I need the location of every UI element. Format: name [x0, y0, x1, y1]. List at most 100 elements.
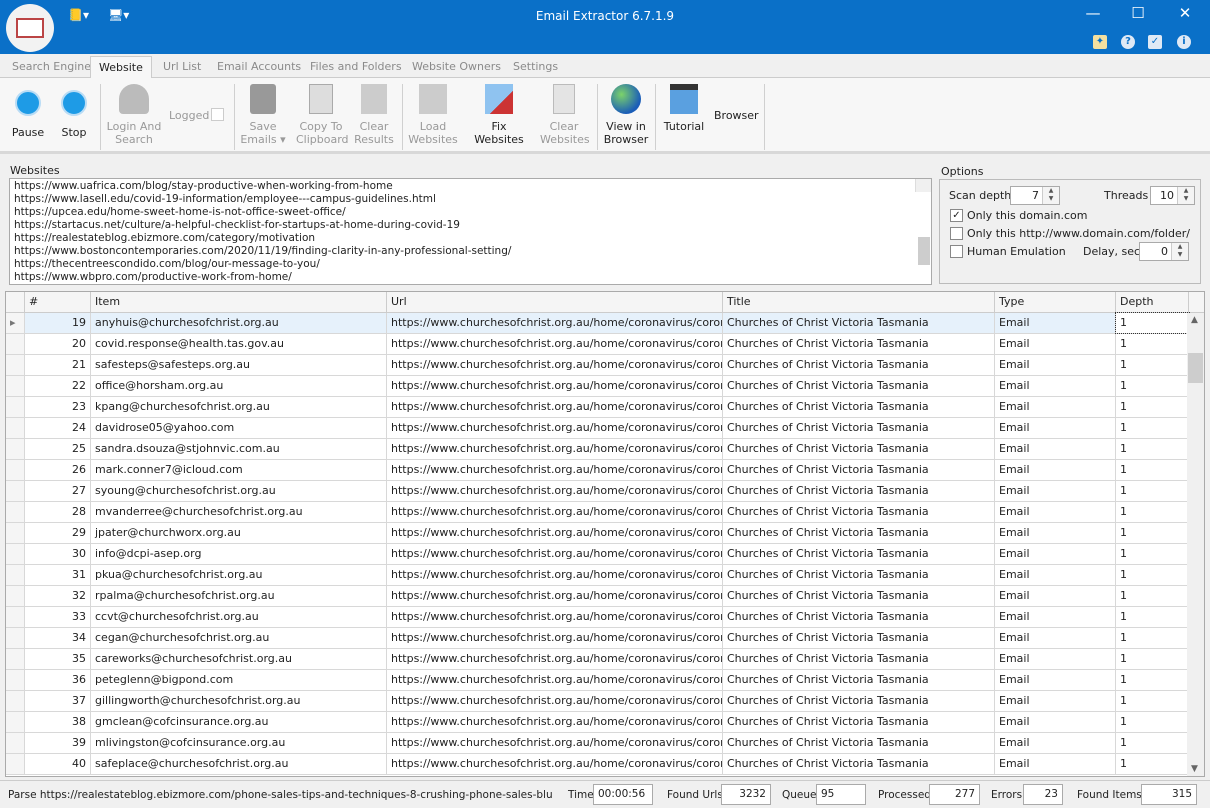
table-row[interactable]: 27 syoung@churchesofchrist.org.au https://…: [6, 481, 1189, 502]
table-row[interactable]: 24 davidrose05@yahoo.com https://www.churc…: [6, 418, 1189, 439]
found-urls-label: Found Urls: [667, 789, 723, 801]
table-row[interactable]: 25 sandra.dsouza@stjohnvic.com.au https://…: [6, 439, 1189, 460]
websites-scrollbar[interactable]: [915, 179, 931, 265]
table-row[interactable]: 37 gillingworth@churchesofchrist.org.au ht…: [6, 691, 1189, 712]
column-header-title[interactable]: Title: [723, 292, 995, 313]
cell-item: mlivingston@cofcinsurance.org.au: [91, 733, 387, 753]
cell-item: cegan@churchesofchrist.org.au: [91, 628, 387, 648]
save-emails-button[interactable]: Save Emails ▾: [240, 84, 286, 146]
table-row[interactable]: 29 jpater@churchworx.org.au https://www.ch…: [6, 523, 1189, 544]
clear-results-button[interactable]: Clear Results: [354, 84, 394, 146]
checkbox-checked: ✓: [950, 209, 963, 222]
cell-type: Email: [995, 733, 1116, 753]
table-row[interactable]: 28 mvanderree@churchesofchrist.org.au http…: [6, 502, 1189, 523]
table-row[interactable]: 26 mark.conner7@icloud.com https://www.chu…: [6, 460, 1189, 481]
table-row[interactable]: 23 kpang@churchesofchrist.org.au https://w…: [6, 397, 1189, 418]
column-header-type[interactable]: Type: [995, 292, 1116, 313]
cell-item: safeplace@churchesofchrist.org.au: [91, 754, 387, 774]
only-domain-checkbox[interactable]: ✓ Only this domain.com: [950, 209, 1087, 222]
table-row[interactable]: 31 pkua@churchesofchrist.org.au https://ww…: [6, 565, 1189, 586]
cell-item: covid.response@health.tas.gov.au: [91, 334, 387, 354]
column-header-depth[interactable]: Depth: [1116, 292, 1189, 313]
table-row[interactable]: 33 ccvt@churchesofchrist.org.au https://ww…: [6, 607, 1189, 628]
logged-checkbox[interactable]: [211, 108, 224, 121]
fix-websites-button[interactable]: Fix Websites: [466, 84, 532, 146]
tab-email-accounts[interactable]: Email Accounts: [209, 56, 309, 78]
ribbon: Pause Stop Login And Search Logged Save Em…: [0, 78, 1210, 154]
tab-website-owners[interactable]: Website Owners: [404, 56, 509, 78]
login-and-search-button[interactable]: Login And Search: [104, 84, 164, 146]
browser-button[interactable]: Browser: [714, 109, 759, 122]
label: Search: [115, 133, 153, 146]
tab-files-and-folders[interactable]: Files and Folders: [302, 56, 410, 78]
table-row[interactable]: 21 safesteps@safesteps.org.au https://www.…: [6, 355, 1189, 376]
human-emulation-checkbox[interactable]: Human Emulation: [950, 245, 1066, 258]
cell-title: Churches of Christ Victoria Tasmania: [723, 586, 995, 606]
tab-settings[interactable]: Settings: [505, 56, 566, 78]
table-row[interactable]: 34 cegan@churchesofchrist.org.au https://w…: [6, 628, 1189, 649]
copy-to-clipboard-button[interactable]: Copy To Clipboard: [296, 84, 349, 146]
delay-label: Delay, sec: [1083, 245, 1141, 258]
table-row[interactable]: 22 office@horsham.org.au https://www.churc…: [6, 376, 1189, 397]
cell-depth: 1: [1116, 565, 1189, 585]
view-in-browser-button[interactable]: View in Browser: [603, 84, 649, 146]
checklist-icon[interactable]: ✓: [1148, 35, 1162, 49]
cell-number: 25: [25, 439, 91, 459]
info-icon[interactable]: i: [1177, 35, 1191, 49]
delay-spinner[interactable]: 0: [1139, 242, 1189, 261]
cell-type: Email: [995, 628, 1116, 648]
threads-spinner[interactable]: 10: [1150, 186, 1195, 205]
table-row[interactable]: ▸ 19 anyhuis@churchesofchrist.org.au https:…: [6, 312, 1190, 334]
cell-type: Email: [995, 691, 1116, 711]
close-button[interactable]: ✕: [1170, 4, 1200, 22]
label: Copy To: [299, 120, 343, 133]
video-clapper-icon: [670, 84, 698, 114]
cell-item: peteglenn@bigpond.com: [91, 670, 387, 690]
scan-depth-spinner[interactable]: 7: [1010, 186, 1060, 205]
cell-type: Email: [995, 397, 1116, 417]
table-row[interactable]: 32 rpalma@churchesofchrist.org.au https://…: [6, 586, 1189, 607]
cell-depth: 1: [1116, 502, 1189, 522]
table-row[interactable]: 39 mlivingston@cofcinsurance.org.au https:…: [6, 733, 1189, 754]
cell-item: gillingworth@churchesofchrist.org.au: [91, 691, 387, 711]
only-folder-checkbox[interactable]: Only this http://www.domain.com/folder/: [950, 227, 1190, 240]
clear-websites-button[interactable]: Clear Websites: [540, 84, 590, 146]
folder-icon: [419, 84, 447, 114]
label: View in: [606, 120, 646, 133]
tutorial-button[interactable]: Tutorial: [662, 84, 706, 133]
table-row[interactable]: 35 careworks@churchesofchrist.org.au https…: [6, 649, 1189, 670]
pause-button[interactable]: Pause: [10, 84, 46, 139]
column-header-item[interactable]: Item: [91, 292, 387, 313]
cell-depth: 1: [1116, 397, 1189, 417]
table-row[interactable]: 38 gmclean@cofcinsurance.org.au https://ww…: [6, 712, 1189, 733]
stop-button[interactable]: Stop: [58, 84, 90, 139]
websites-textarea[interactable]: https://www.uafrica.com/blog/stay-produc…: [9, 178, 932, 285]
cell-type: Email: [995, 649, 1116, 669]
cell-depth: 1: [1116, 691, 1189, 711]
minimize-button[interactable]: —: [1078, 4, 1108, 22]
website-line: https://www.wbpro.com/productive-work-fr…: [14, 271, 292, 283]
grid-scrollbar[interactable]: ▲ ▼: [1187, 313, 1204, 776]
table-row[interactable]: 20 covid.response@health.tas.gov.au https:…: [6, 334, 1189, 355]
load-websites-button[interactable]: Load Websites: [408, 84, 458, 146]
wizard-icon[interactable]: ✦: [1093, 35, 1107, 49]
column-header-url[interactable]: Url: [387, 292, 723, 313]
cell-item: ccvt@churchesofchrist.org.au: [91, 607, 387, 627]
table-row[interactable]: 36 peteglenn@bigpond.com https://www.churc…: [6, 670, 1189, 691]
table-row[interactable]: 30 info@dcpi-asep.org https://www.churches…: [6, 544, 1189, 565]
tab-website[interactable]: Website: [90, 56, 152, 79]
table-row[interactable]: 40 safeplace@churchesofchrist.org.au https…: [6, 754, 1189, 775]
help-icon[interactable]: ?: [1121, 35, 1135, 49]
cell-depth: 1: [1116, 334, 1189, 354]
cell-item: syoung@churchesofchrist.org.au: [91, 481, 387, 501]
cell-title: Churches of Christ Victoria Tasmania: [723, 607, 995, 627]
label: Websites: [408, 133, 458, 146]
stop-label: Stop: [61, 126, 87, 139]
tab-search-engine[interactable]: Search Engine: [4, 56, 99, 78]
cell-url: https://www.churchesofchrist.org.au/home…: [387, 376, 723, 396]
cell-depth: 1: [1116, 733, 1189, 753]
maximize-button[interactable]: ☐: [1123, 4, 1153, 22]
tab-url-list[interactable]: Url List: [155, 56, 209, 78]
parse-status: Parse https://realestateblog.ebizmore.co…: [8, 789, 553, 801]
column-header-number[interactable]: #: [25, 292, 91, 313]
